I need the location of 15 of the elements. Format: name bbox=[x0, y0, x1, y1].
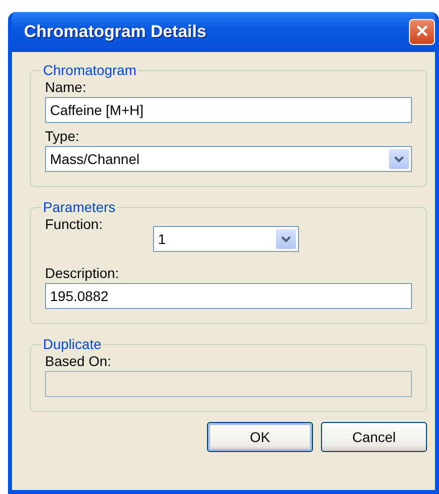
input-field[interactable]: 195.0882 bbox=[45, 283, 412, 309]
field-label: Based On: bbox=[45, 353, 112, 369]
field-label: Description: bbox=[45, 265, 120, 281]
cancel-button[interactable]: Cancel bbox=[321, 422, 427, 452]
dropdown-field[interactable]: 1 bbox=[153, 226, 299, 252]
group-title: Parameters bbox=[42, 199, 116, 215]
field-label: Function: bbox=[45, 216, 104, 232]
dropdown-field[interactable]: Mass/Channel bbox=[45, 146, 412, 172]
field-label: Name: bbox=[45, 79, 88, 95]
group-title: Duplicate bbox=[42, 336, 102, 352]
window-title: Chromatogram Details bbox=[24, 22, 206, 42]
group-title: Chromatogram bbox=[42, 62, 138, 78]
ok-button[interactable]: OK bbox=[207, 422, 313, 452]
input-field[interactable]: Caffeine [M+H] bbox=[45, 97, 412, 123]
field-label: Type: bbox=[45, 128, 80, 144]
